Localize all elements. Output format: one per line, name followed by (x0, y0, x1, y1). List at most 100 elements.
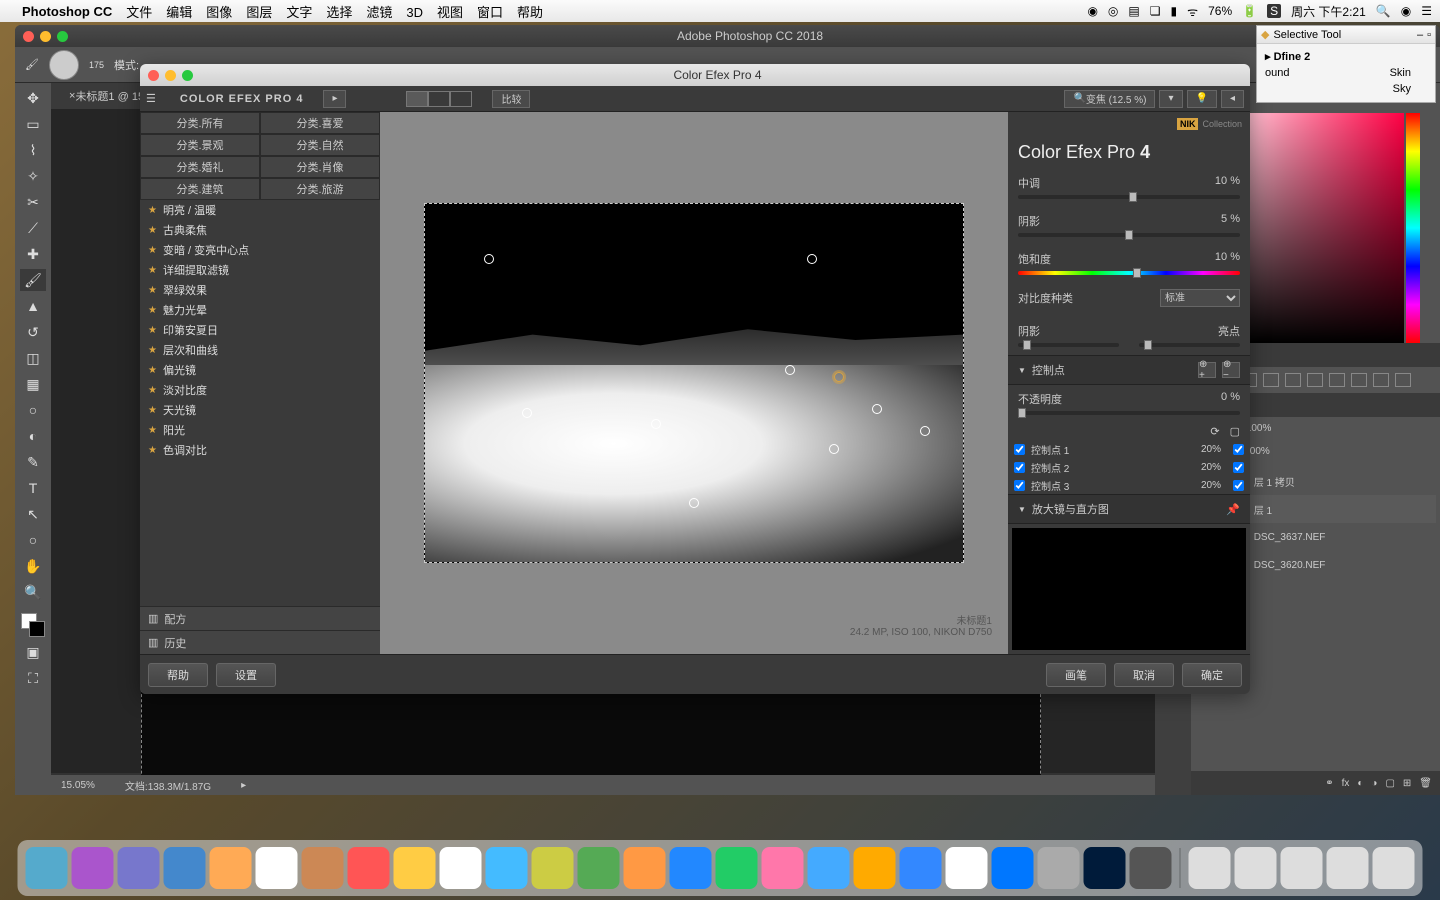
selective-tool-window[interactable]: ◆ Selective Tool – ▫ ▸ Dfine 2 oundSkin … (1256, 25, 1436, 103)
side-view-button[interactable] (450, 91, 472, 107)
category-button[interactable]: 分类.婚礼 (140, 156, 260, 178)
control-point-dot[interactable] (484, 254, 494, 264)
dock-app[interactable] (578, 847, 620, 889)
filter-list[interactable]: ★明亮 / 温暖★古典柔焦★变暗 / 变亮中心点★详细提取滤镜★翠绿效果★魅力光… (140, 200, 380, 606)
control-point-row[interactable]: 控制点 120% (1014, 440, 1244, 458)
wand-tool[interactable]: ✧ (20, 165, 46, 187)
filter-item[interactable]: ★明亮 / 温暖 (140, 200, 380, 220)
dock-app[interactable] (1130, 847, 1172, 889)
filter-item[interactable]: ★天光镜 (140, 400, 380, 420)
dock-app[interactable] (946, 847, 988, 889)
menu-item[interactable]: 图层 (246, 5, 272, 20)
menu-item[interactable]: 视图 (437, 5, 463, 20)
category-button[interactable]: 分类.旅游 (260, 178, 380, 200)
add-minus-cp-button[interactable]: ⊕ − (1222, 362, 1240, 378)
star-icon[interactable]: ★ (148, 205, 157, 216)
control-point-dot[interactable] (651, 419, 661, 429)
eyedropper-tool[interactable]: ⟋ (20, 217, 46, 239)
menu-item[interactable]: 选择 (326, 5, 352, 20)
cep-preview-area[interactable]: 未标题1 24.2 MP, ISO 100, NIKON D750 (380, 112, 1008, 654)
menu-icon[interactable]: ☰ (146, 92, 156, 105)
filter-item[interactable]: ★阳光 (140, 420, 380, 440)
dock-app[interactable] (1084, 847, 1126, 889)
ok-button[interactable]: 确定 (1182, 663, 1242, 687)
brush-button[interactable]: 画笔 (1046, 663, 1106, 687)
spotlight-icon[interactable]: 🔍 (1376, 4, 1391, 18)
control-point-list[interactable]: 控制点 120%控制点 220%控制点 320% (1008, 440, 1250, 494)
trash-icon[interactable]: 🗑 (1419, 778, 1432, 789)
zoom-display[interactable]: 🔍 变焦 (12.5 %) (1064, 90, 1155, 108)
category-button[interactable]: 分类.肖像 (260, 156, 380, 178)
dock-app[interactable] (256, 847, 298, 889)
filter-item[interactable]: ★印第安夏日 (140, 320, 380, 340)
control-point-dot[interactable] (920, 426, 930, 436)
control-point-row[interactable]: 控制点 220% (1014, 458, 1244, 476)
dodge-tool[interactable]: ◐ (20, 425, 46, 447)
dock-app[interactable] (302, 847, 344, 889)
menu-item[interactable]: 文件 (126, 5, 152, 20)
slider-track[interactable] (1018, 195, 1240, 199)
wifi-icon[interactable]: ᯤ (1187, 3, 1198, 20)
category-button[interactable]: 分类.所有 (140, 112, 260, 134)
star-icon[interactable]: ★ (148, 325, 157, 336)
stamp-tool[interactable]: ▲ (20, 295, 46, 317)
filter-item[interactable]: ★变暗 / 变亮中心点 (140, 240, 380, 260)
filter-item[interactable]: ★淡对比度 (140, 380, 380, 400)
cancel-button[interactable]: 取消 (1114, 663, 1174, 687)
filter-item[interactable]: ★魅力光晕 (140, 300, 380, 320)
star-icon[interactable]: ★ (148, 225, 157, 236)
adj-icon[interactable]: ◑ (1371, 778, 1377, 789)
history-row[interactable]: ▥历史 (140, 630, 380, 654)
audio-icon[interactable]: ▮ (1171, 4, 1178, 18)
compare-button[interactable]: 比较 (492, 90, 530, 108)
single-view-button[interactable] (406, 91, 428, 107)
group-icon[interactable]: ▢ (1385, 778, 1394, 789)
path-tool[interactable]: ↖ (20, 503, 46, 525)
macos-dock[interactable] (18, 840, 1423, 896)
dock-app[interactable] (808, 847, 850, 889)
dock-app[interactable] (486, 847, 528, 889)
move-tool[interactable]: ✥ (20, 87, 46, 109)
cp-opacity-slider[interactable] (1018, 411, 1240, 415)
shape-tool[interactable]: ○ (20, 529, 46, 551)
dock-app[interactable] (164, 847, 206, 889)
add-plus-cp-button[interactable]: ⊕ + (1198, 362, 1216, 378)
color-swatches[interactable] (21, 613, 45, 637)
filter-item[interactable]: ★色调对比 (140, 440, 380, 460)
s-icon[interactable]: S (1267, 4, 1281, 18)
siri-icon[interactable]: ◉ (1401, 4, 1411, 18)
filter-item[interactable]: ★偏光镜 (140, 360, 380, 380)
lasso-tool[interactable]: ⌇ (20, 139, 46, 161)
dock-app[interactable] (624, 847, 666, 889)
filter-item[interactable]: ★详细提取滤镜 (140, 260, 380, 280)
star-icon[interactable]: ★ (148, 285, 157, 296)
wechat-icon[interactable]: ◉ (1087, 4, 1097, 18)
preview-image[interactable] (424, 203, 964, 563)
marquee-tool[interactable]: ▭ (20, 113, 46, 135)
panel-right-toggle-icon[interactable]: ◂ (1221, 90, 1244, 108)
slider-track[interactable] (1018, 233, 1240, 237)
minimize-icon[interactable]: – (1417, 29, 1423, 41)
selective-row[interactable]: Sky (1261, 81, 1431, 97)
panel-toggle-icon[interactable]: ▸ (323, 90, 346, 108)
control-point-dot[interactable] (689, 498, 699, 508)
contrast-select[interactable]: 标准 (1160, 289, 1240, 307)
brush-tool-icon[interactable]: 🖌 (25, 58, 39, 71)
bulb-icon[interactable]: 💡 (1187, 90, 1217, 108)
filter-item[interactable]: ★层次和曲线 (140, 340, 380, 360)
close-icon[interactable]: ▫ (1427, 29, 1431, 41)
cp-checkbox[interactable] (1014, 480, 1025, 491)
text-tool[interactable]: T (20, 477, 46, 499)
crop-tool[interactable]: ✂ (20, 191, 46, 213)
loupe-header[interactable]: ▼ 放大镜与直方图 📌 (1008, 494, 1250, 524)
cp-vis-checkbox[interactable] (1233, 480, 1244, 491)
status-arrow-icon[interactable]: ▸ (241, 780, 246, 791)
dock-app[interactable] (716, 847, 758, 889)
fx-icon[interactable]: fx (1342, 778, 1350, 789)
dock-app[interactable] (348, 847, 390, 889)
dock-app[interactable] (26, 847, 68, 889)
dock-app[interactable] (992, 847, 1034, 889)
hue-bar[interactable] (1406, 113, 1420, 343)
gradient-tool[interactable]: ▦ (20, 373, 46, 395)
notif-icon[interactable]: ☰ (1421, 4, 1432, 18)
